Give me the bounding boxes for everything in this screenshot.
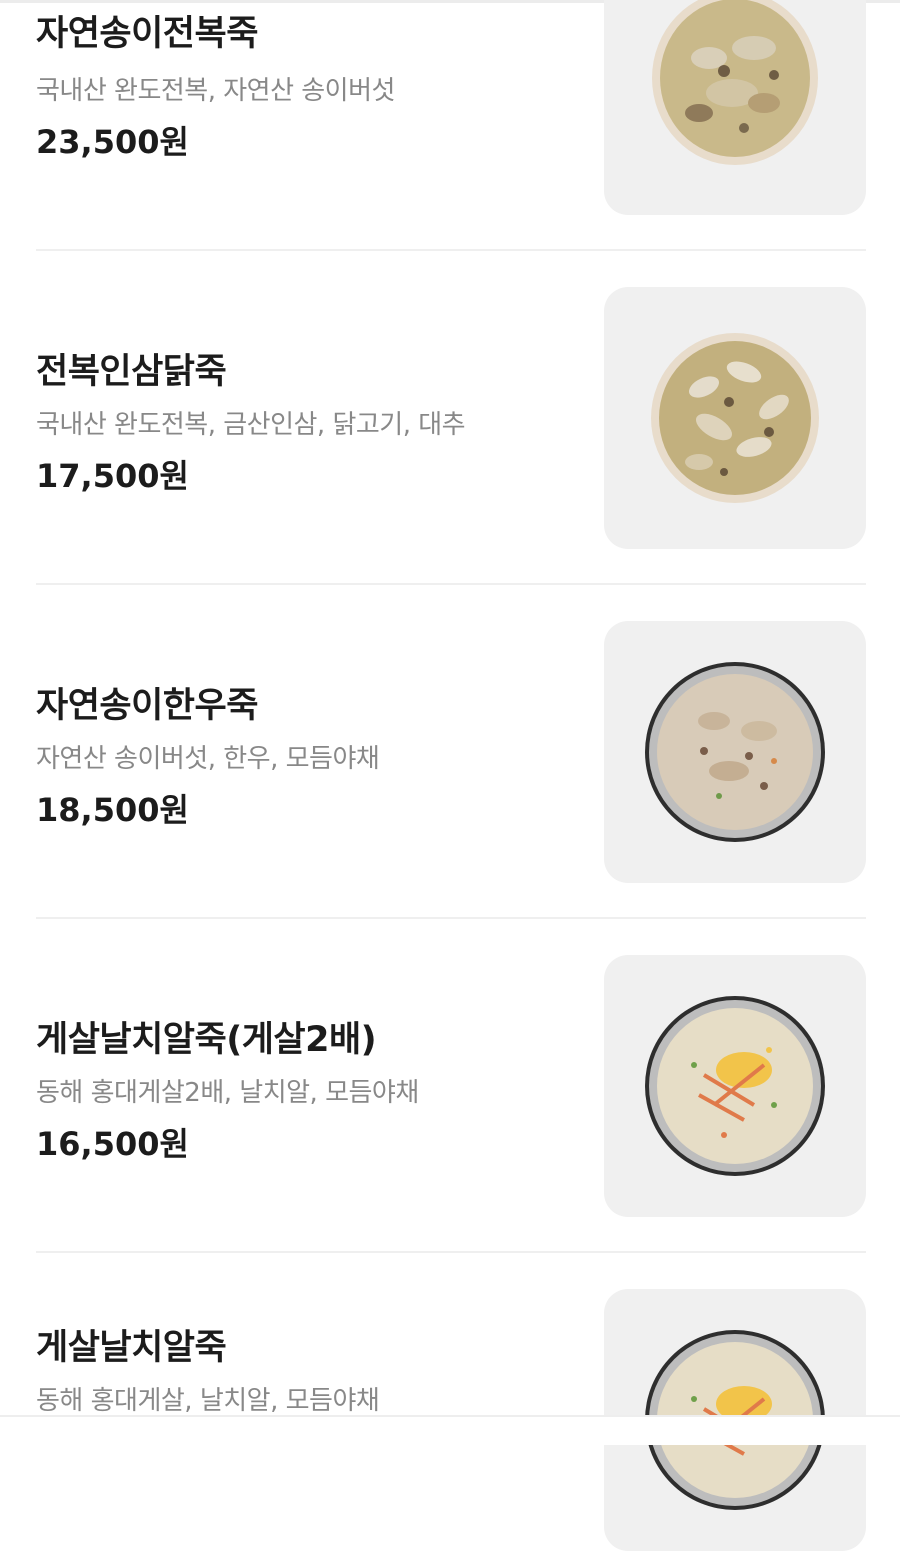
menu-item[interactable]: 자연송이한우죽 자연산 송이버섯, 한우, 모듬야채 18,500원	[36, 621, 866, 883]
menu-item-description: 동해 홍대게살, 날치알, 모듬야채	[36, 1386, 380, 1416]
divider	[36, 917, 866, 919]
menu-item-name: 자연송이전복죽	[36, 14, 258, 54]
menu-item-description: 국내산 완도전복, 금산인삼, 닭고기, 대추	[36, 410, 466, 440]
menu-item-description: 동해 홍대게살2배, 날치알, 모듬야채	[36, 1078, 419, 1108]
menu-item-image[interactable]	[604, 0, 866, 215]
abalone-mushroom-porridge-bowl-icon	[652, 0, 818, 165]
menu-item-image[interactable]	[604, 287, 866, 549]
divider	[36, 1251, 866, 1253]
menu-item-image[interactable]	[604, 955, 866, 1217]
menu-item-info: 게살날치알죽(게살2배) 동해 홍대게살2배, 날치알, 모듬야채 16,500…	[36, 955, 586, 1217]
divider	[36, 583, 866, 585]
menu-item-name: 게살날치알죽(게살2배)	[36, 1020, 377, 1060]
menu-item-description: 국내산 완도전복, 자연산 송이버섯	[36, 76, 395, 106]
bottom-bar	[0, 1415, 900, 1445]
menu-item-price: 16,500원	[36, 1125, 189, 1163]
menu-item-info: 자연송이한우죽 자연산 송이버섯, 한우, 모듬야채 18,500원	[36, 621, 586, 883]
menu-item-price: 23,500원	[36, 123, 189, 161]
crab-roe-porridge-bowl-icon	[645, 996, 825, 1176]
abalone-ginseng-chicken-porridge-bowl-icon	[651, 333, 819, 503]
menu-item-description: 자연산 송이버섯, 한우, 모듬야채	[36, 744, 380, 774]
menu-item-name: 자연송이한우죽	[36, 686, 258, 726]
menu-item[interactable]: 전복인삼닭죽 국내산 완도전복, 금산인삼, 닭고기, 대추 17,500원	[36, 287, 866, 549]
menu-item-name: 게살날치알죽	[36, 1328, 227, 1368]
menu-item-info: 자연송이전복죽 국내산 완도전복, 자연산 송이버섯 23,500원	[36, 0, 586, 215]
menu-item-price: 17,500원	[36, 457, 189, 495]
menu-item[interactable]: 게살날치알죽(게살2배) 동해 홍대게살2배, 날치알, 모듬야채 16,500…	[36, 955, 866, 1217]
menu-item-info: 전복인삼닭죽 국내산 완도전복, 금산인삼, 닭고기, 대추 17,500원	[36, 287, 586, 549]
menu-item-price: 18,500원	[36, 791, 189, 829]
menu-item[interactable]: 자연송이전복죽 국내산 완도전복, 자연산 송이버섯 23,500원	[36, 0, 866, 215]
mushroom-beef-porridge-bowl-icon	[645, 662, 825, 842]
menu-item-name: 전복인삼닭죽	[36, 352, 227, 392]
menu-item-image[interactable]	[604, 621, 866, 883]
divider	[36, 249, 866, 251]
